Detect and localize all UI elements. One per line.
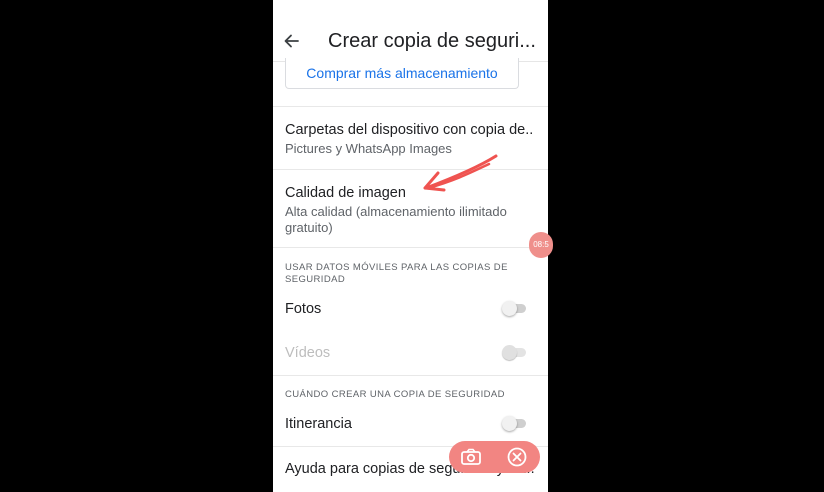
camera-icon[interactable] [460,448,482,466]
page-title: Crear copia de seguri... [328,30,536,52]
image-quality-title: Calidad de imagen [285,185,406,201]
videos-label: Vídeos [285,345,331,361]
back-button[interactable] [281,28,303,54]
close-circle-icon[interactable] [507,447,527,467]
roaming-label: Itinerancia [285,416,352,432]
mobile-data-heading: USAR DATOS MÓVILES PARA LAS COPIAS DE SE… [285,262,508,285]
divider [273,169,548,170]
time-bubble: 08:5 [529,232,553,258]
roaming-toggle[interactable] [502,416,528,431]
when-backup-heading: CUÁNDO CREAR UNA COPIA DE SEGURIDAD [285,389,505,400]
photos-toggle[interactable] [502,301,528,316]
toggle-knob [502,416,517,431]
image-quality-subtitle: Alta calidad (almacenamiento ilimitado g… [285,204,507,235]
divider [273,247,548,248]
toggle-knob [502,345,517,360]
app-bar: Crear copia de seguri... [273,0,548,62]
videos-toggle[interactable] [502,345,528,360]
device-folders-title: Carpetas del dispositivo con copia de.. [285,122,534,138]
divider [273,375,548,376]
arrow-left-icon [281,28,303,54]
phone-screen: Crear copia de seguri... Comprar más alm… [273,0,548,492]
screen-recorder-bar [449,441,540,473]
divider [273,106,548,107]
device-folders-subtitle: Pictures y WhatsApp Images [285,141,452,156]
toggle-knob [502,301,517,316]
buy-storage-button[interactable]: Comprar más almacenamiento [285,58,519,89]
photos-label: Fotos [285,301,322,317]
